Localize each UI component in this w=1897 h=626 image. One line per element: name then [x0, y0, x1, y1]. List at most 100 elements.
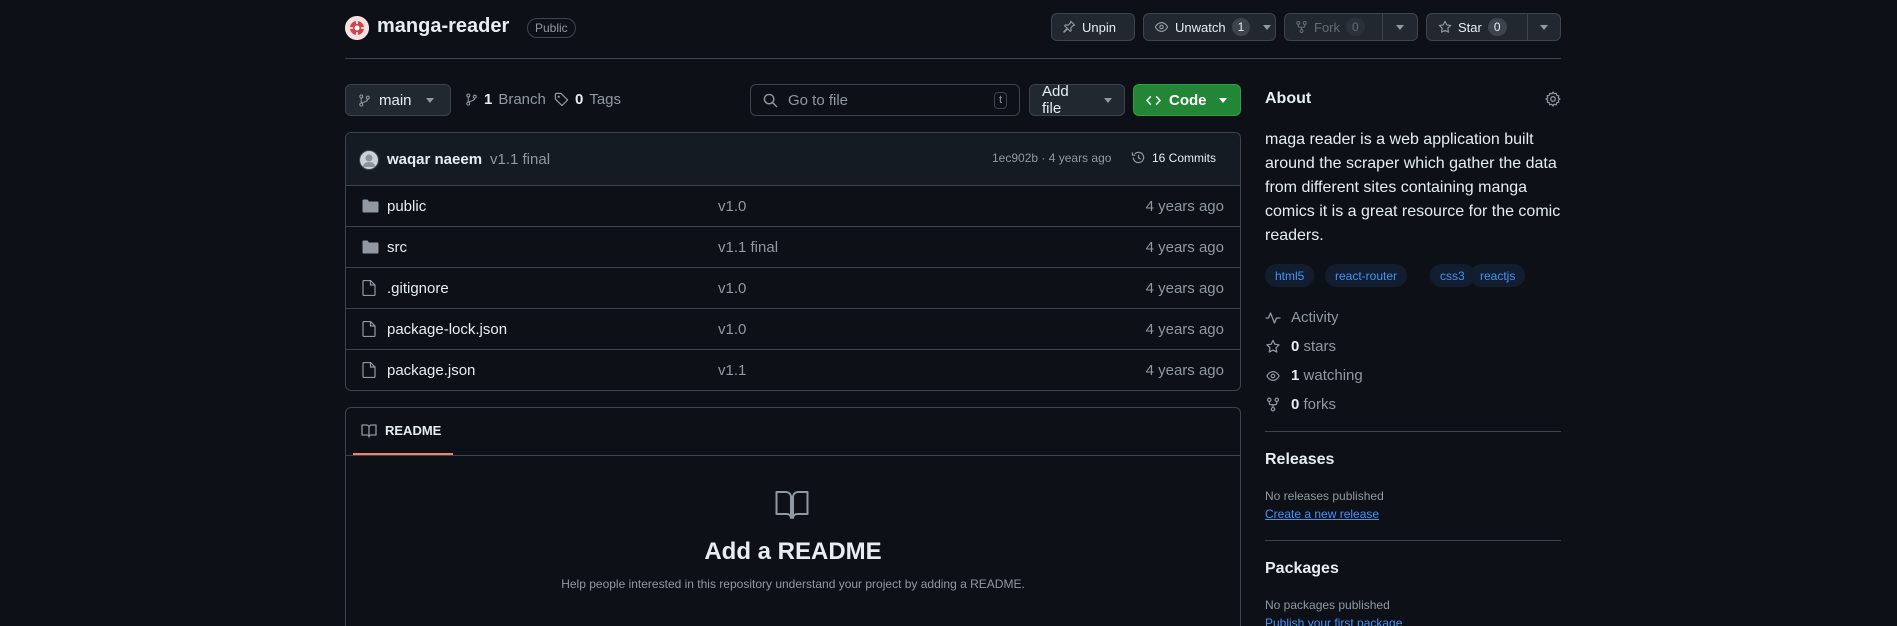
file-icon	[362, 280, 376, 296]
packages-heading[interactable]: Packages	[1265, 560, 1339, 578]
stars-label: stars	[1303, 338, 1337, 355]
author-avatar[interactable]	[359, 150, 379, 170]
file-commit-message[interactable]: v1.1 final	[718, 239, 778, 256]
file-name[interactable]: .gitignore	[387, 280, 449, 297]
history-icon	[1131, 150, 1146, 165]
unwatch-label: Unwatch	[1175, 19, 1226, 35]
file-row[interactable]: package-lock.json v1.0 4 years ago	[346, 308, 1240, 349]
star-dropdown[interactable]	[1528, 14, 1560, 40]
fork-button[interactable]: Fork 0	[1284, 13, 1418, 41]
repo-avatar[interactable]	[345, 16, 369, 40]
branches-link[interactable]: 1 Branch	[465, 91, 546, 108]
create-release-link[interactable]: Create a new release	[1265, 507, 1379, 521]
branch-selector[interactable]: main	[345, 84, 451, 116]
book-icon	[361, 423, 377, 438]
folder-icon	[362, 199, 379, 213]
go-to-file-search[interactable]: Go to file t	[750, 84, 1020, 116]
commits-link[interactable]: 16 Commits	[1131, 150, 1216, 165]
stars-link[interactable]: 0 stars	[1265, 338, 1336, 355]
file-commit-message[interactable]: v1.1	[718, 362, 746, 379]
forks-label: forks	[1303, 396, 1337, 413]
commit-message[interactable]: v1.1 final	[490, 151, 550, 168]
code-label: Code	[1169, 91, 1207, 109]
file-row[interactable]: src v1.1 final 4 years ago	[346, 226, 1240, 267]
topic-tag[interactable]: reactjs	[1470, 264, 1526, 287]
watch-dropdown[interactable]	[1256, 14, 1278, 40]
file-row[interactable]: package.json v1.1 4 years ago	[346, 349, 1240, 390]
pin-icon	[1062, 20, 1076, 34]
add-file-button[interactable]: Add file	[1029, 83, 1125, 117]
unpin-button[interactable]: Unpin	[1051, 13, 1135, 41]
activity-label: Activity	[1291, 309, 1339, 326]
topic-tag[interactable]: css3	[1430, 264, 1475, 287]
file-commit-message[interactable]: v1.0	[718, 198, 746, 215]
triangle-down-icon	[1540, 24, 1548, 30]
readme-empty-title: Add a README	[704, 538, 882, 565]
tags-link[interactable]: 0 Tags	[554, 91, 621, 108]
fork-icon	[1265, 397, 1281, 412]
file-age: 4 years ago	[1145, 279, 1224, 297]
star-label: Star	[1458, 19, 1482, 35]
eye-icon	[1154, 20, 1169, 34]
repo-name[interactable]: manga-reader	[377, 15, 509, 38]
sidebar-divider	[1265, 540, 1561, 541]
topic-tag[interactable]: react-router	[1325, 264, 1408, 287]
star-button[interactable]: Star 0	[1426, 13, 1561, 41]
file-row[interactable]: .gitignore v1.0 4 years ago	[346, 267, 1240, 308]
about-heading: About	[1265, 90, 1312, 107]
about-settings-icon[interactable]	[1545, 91, 1561, 107]
search-icon	[763, 93, 778, 108]
watch-counter: 1	[1231, 18, 1251, 36]
tag-count: 0	[575, 91, 584, 108]
header-divider	[345, 58, 1561, 59]
star-icon	[1438, 20, 1452, 34]
triangle-down-icon	[1218, 97, 1227, 103]
triangle-down-icon	[1396, 24, 1404, 30]
book-icon	[775, 490, 809, 520]
readme-empty-subtitle: Help people interested in this repositor…	[561, 577, 1025, 591]
about-description: maga reader is a web application built a…	[1265, 131, 1561, 244]
tag-count-label: Tags	[589, 91, 622, 108]
fork-dropdown[interactable]	[1383, 14, 1417, 40]
branch-count: 1	[484, 91, 493, 108]
readme-tab[interactable]: README	[353, 408, 453, 455]
sidebar-divider	[1265, 431, 1561, 432]
publish-package-link[interactable]: Publish your first package	[1265, 616, 1402, 626]
activity-link[interactable]: Activity	[1265, 309, 1339, 326]
releases-heading[interactable]: Releases	[1265, 451, 1334, 469]
forks-link[interactable]: 0 forks	[1265, 396, 1336, 413]
star-counter: 0	[1487, 18, 1507, 36]
code-icon	[1146, 94, 1161, 107]
commit-author[interactable]: waqar naeem	[387, 151, 482, 168]
forks-count: 0	[1291, 396, 1300, 413]
file-name[interactable]: package.json	[387, 362, 475, 379]
releases-empty-text: No releases published	[1265, 489, 1384, 503]
unwatch-button[interactable]: Unwatch 1	[1143, 13, 1276, 41]
code-button[interactable]: Code	[1133, 84, 1241, 116]
file-commit-message[interactable]: v1.0	[718, 280, 746, 297]
file-age: 4 years ago	[1145, 320, 1224, 338]
git-branch-icon	[465, 92, 478, 107]
watching-link[interactable]: 1 watching	[1265, 367, 1363, 384]
file-row[interactable]: public v1.0 4 years ago	[346, 185, 1240, 226]
go-to-file-placeholder: Go to file	[788, 91, 849, 109]
fork-icon	[1295, 20, 1308, 34]
add-file-label: Add file	[1042, 83, 1069, 117]
visibility-badge: Public	[527, 18, 576, 38]
file-name[interactable]: public	[387, 198, 426, 215]
file-name[interactable]: src	[387, 239, 407, 256]
topic-tag[interactable]: html5	[1265, 264, 1315, 287]
branch-name: main	[379, 91, 412, 109]
unpin-label: Unpin	[1082, 19, 1116, 35]
file-commit-message[interactable]: v1.0	[718, 321, 746, 338]
file-icon	[362, 362, 376, 378]
file-age: 4 years ago	[1145, 361, 1224, 379]
file-name[interactable]: package-lock.json	[387, 321, 507, 338]
commit-hash-age[interactable]: 1ec902b · 4 years ago	[992, 151, 1111, 165]
packages-empty-text: No packages published	[1265, 598, 1390, 612]
git-branch-icon	[358, 93, 371, 108]
tag-icon	[554, 92, 569, 107]
keyboard-shortcut-hint: t	[993, 91, 1007, 109]
watching-count: 1	[1291, 367, 1300, 384]
fork-counter: 0	[1346, 18, 1365, 36]
